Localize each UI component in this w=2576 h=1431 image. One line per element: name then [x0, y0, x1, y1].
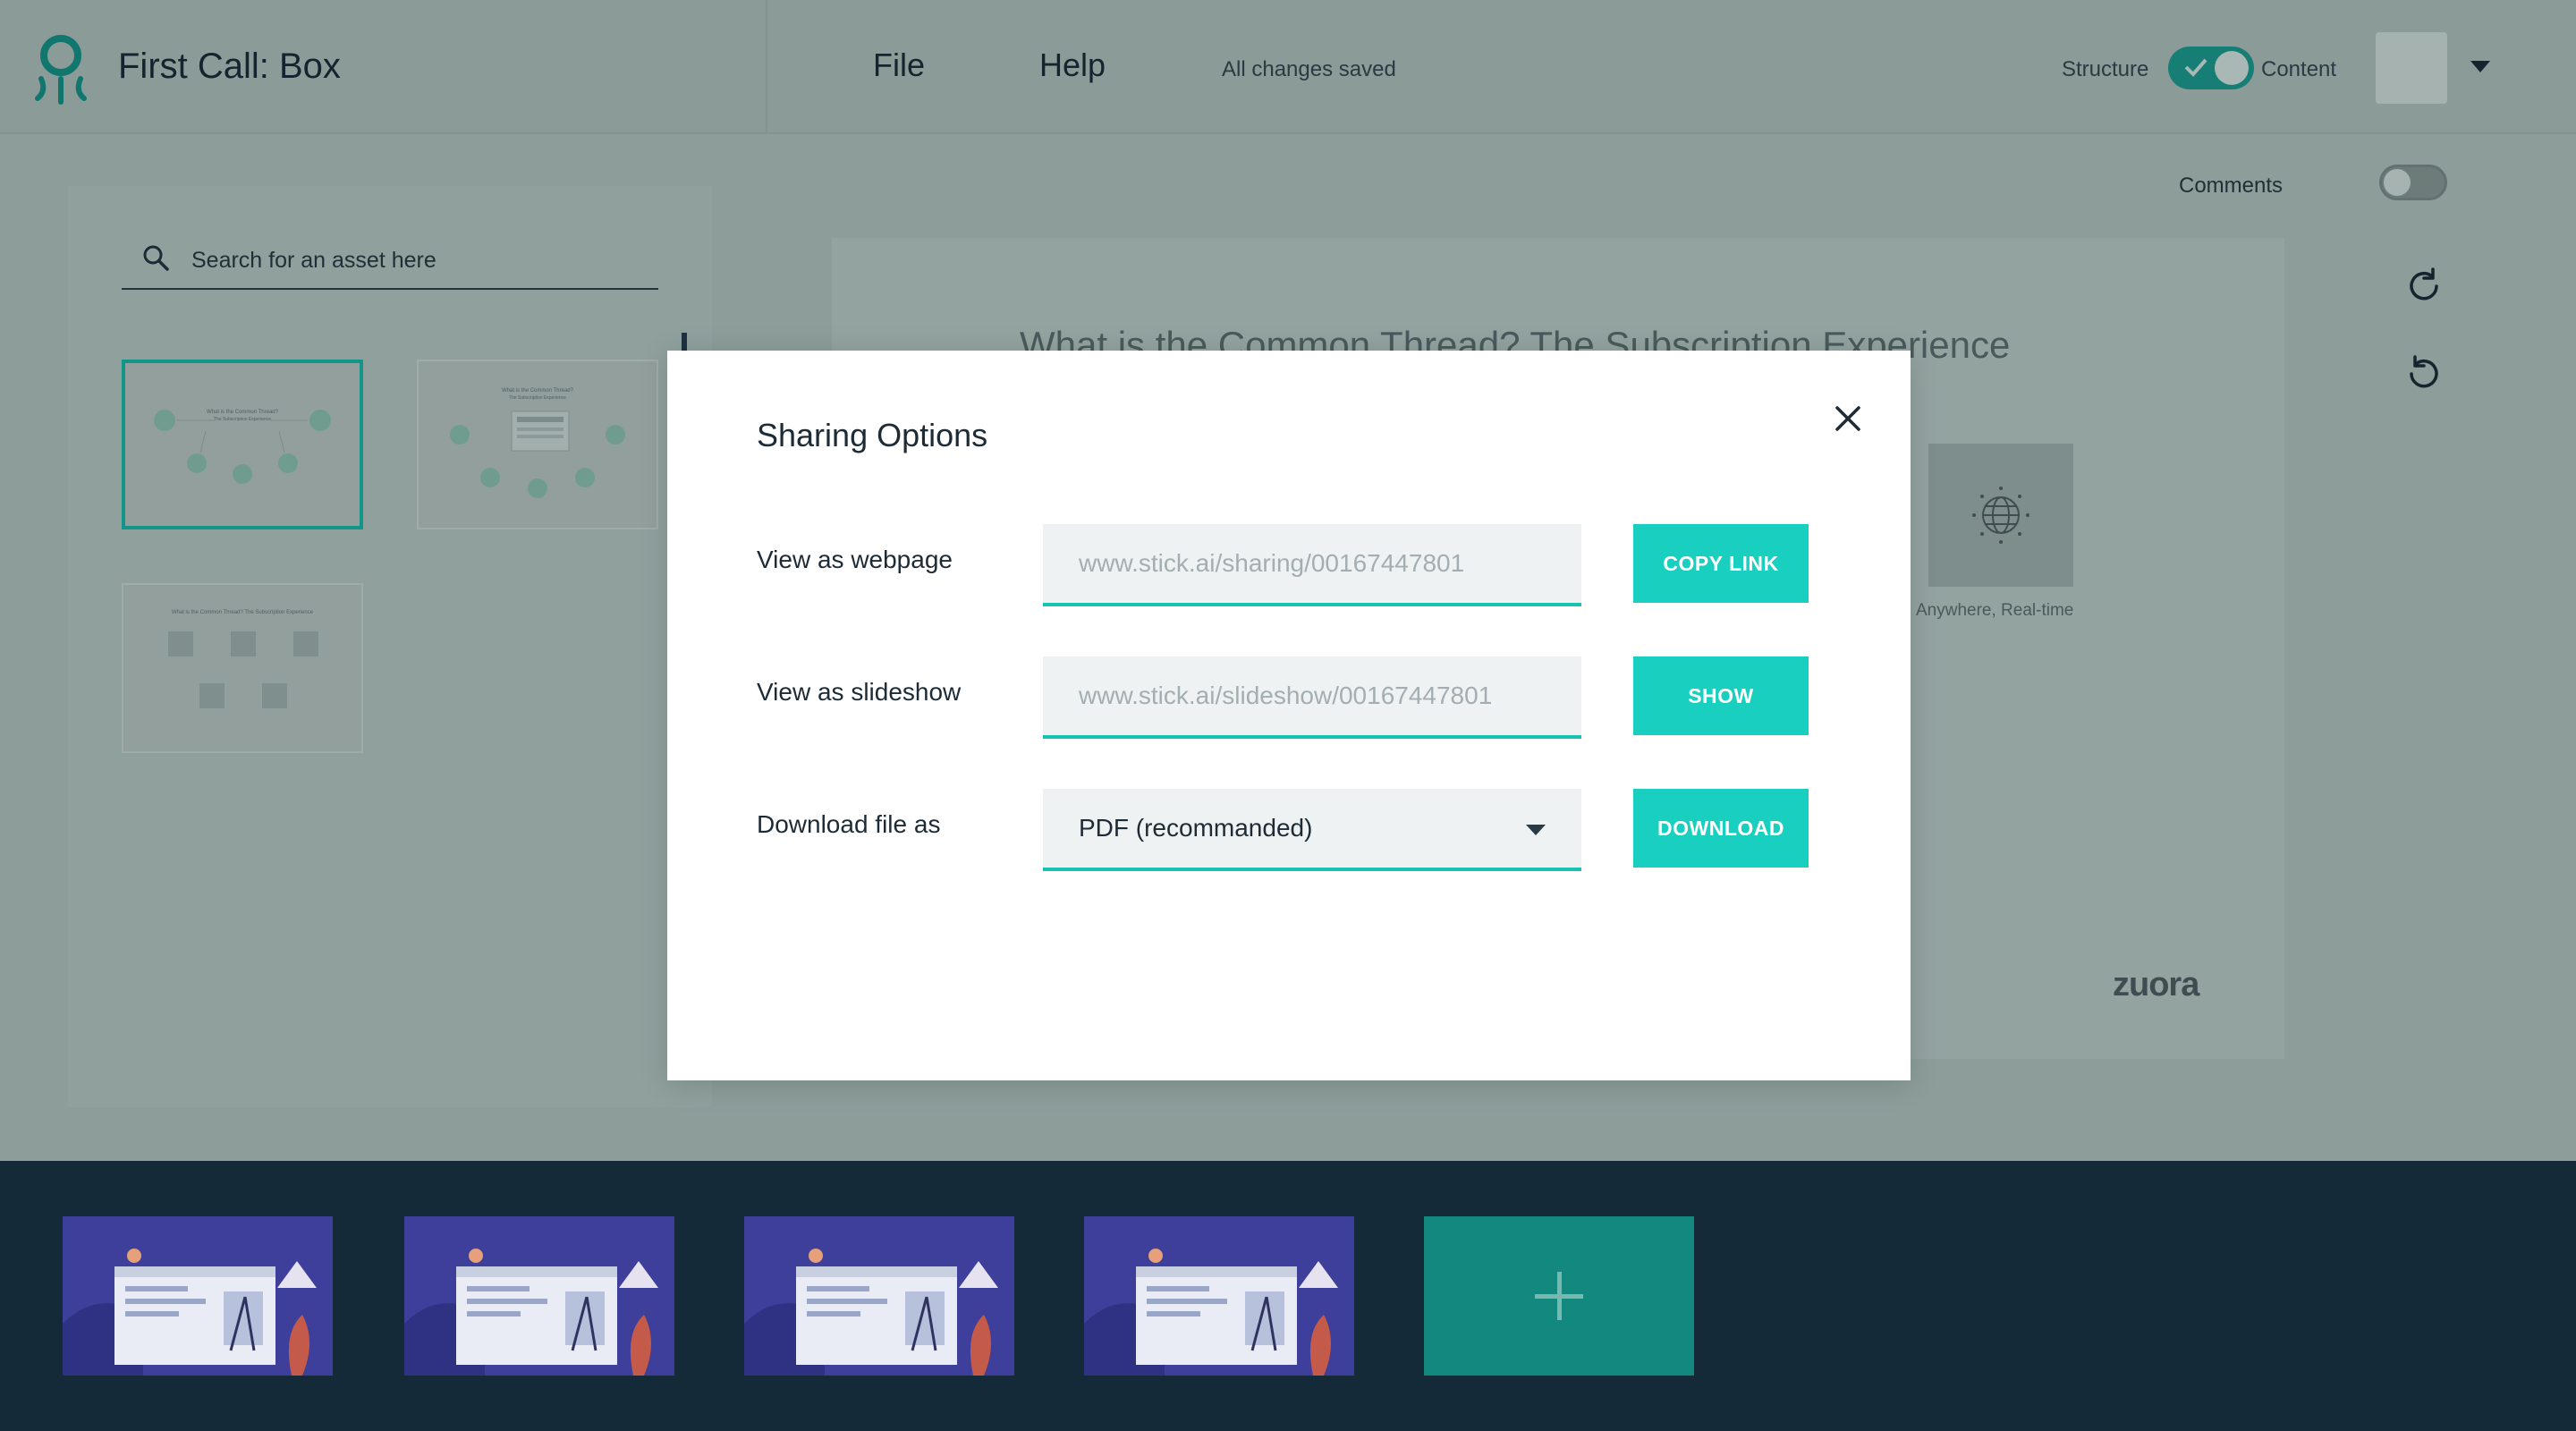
toggle-knob [2215, 51, 2249, 85]
thumbnail-preview: What is the Common Thread? The Subscript… [154, 410, 331, 484]
plus-icon [1557, 1272, 1562, 1320]
zuora-logo: zuora [2113, 966, 2199, 1003]
menu-help[interactable]: Help [1039, 47, 1106, 84]
app-logo-icon [35, 35, 87, 105]
structure-content-toggle[interactable] [2168, 47, 2254, 89]
slide-tile [1928, 444, 2073, 587]
close-icon[interactable] [1830, 401, 1866, 436]
slide-thumbnail[interactable] [1084, 1216, 1354, 1376]
slideshow-link-input[interactable] [1043, 656, 1581, 735]
toggle-knob [2384, 169, 2411, 196]
slide-tile-label: Anywhere, Real-time [1916, 601, 2074, 620]
svg-text:What is the Common Thread?: What is the Common Thread? [207, 410, 279, 415]
slideshow-label: View as slideshow [757, 678, 962, 706]
slideshow-link-field[interactable] [1043, 656, 1581, 739]
check-icon [2184, 58, 2207, 77]
slide-thumbnail[interactable] [744, 1216, 1014, 1376]
comments-toggle[interactable] [2379, 165, 2447, 200]
undo-icon[interactable] [2402, 352, 2445, 395]
asset-thumbnail[interactable]: What is the Common Thread? The Subscript… [122, 360, 363, 529]
globe-icon [1972, 487, 2029, 544]
slide-illustration [744, 1216, 1014, 1376]
download-label: Download file as [757, 810, 941, 838]
asset-search [122, 231, 658, 290]
modal-title: Sharing Options [757, 417, 988, 453]
webpage-label: View as webpage [757, 546, 953, 573]
copy-link-button[interactable]: COPY LINK [1633, 524, 1809, 603]
comments-label: Comments [2179, 174, 2284, 198]
add-slide-button[interactable] [1424, 1216, 1694, 1376]
svg-text:What is the Common Thread? The: What is the Common Thread? The Subscript… [172, 610, 314, 615]
svg-text:The Subscription Experience: The Subscription Experience [509, 395, 566, 401]
download-button[interactable]: DOWNLOAD [1633, 789, 1809, 868]
search-input[interactable] [191, 245, 639, 275]
content-label: Content [2261, 57, 2337, 81]
structure-label: Structure [2062, 57, 2149, 81]
chevron-down-icon [1526, 825, 1546, 835]
webpage-link-field[interactable] [1043, 524, 1581, 606]
thumbnail-preview: What is the Common Thread? The Subscript… [450, 388, 625, 498]
asset-thumbnail[interactable]: What is the Common Thread? The Subscript… [122, 583, 363, 753]
redo-icon[interactable] [2402, 265, 2445, 308]
asset-thumbnail[interactable]: What is the Common Thread? The Subscript… [417, 360, 658, 529]
sharing-options-modal: Sharing Options View as webpage COPY LIN… [667, 351, 1911, 1080]
webpage-link-input[interactable] [1043, 524, 1581, 603]
search-icon [143, 245, 169, 271]
file-format-value: PDF (recommanded) [1079, 814, 1313, 842]
slide-illustration [1084, 1216, 1354, 1376]
user-menu-caret-icon[interactable] [2470, 61, 2490, 72]
show-button[interactable]: SHOW [1633, 656, 1809, 735]
slide-thumbnail[interactable] [404, 1216, 674, 1376]
slide-strip [0, 1161, 2576, 1431]
svg-text:The Subscription Experience: The Subscription Experience [214, 417, 271, 422]
slide-illustration [63, 1216, 333, 1376]
app-title: First Call: Box [118, 47, 341, 86]
thumbnail-preview: What is the Common Thread? The Subscript… [168, 610, 318, 708]
slide-illustration [404, 1216, 674, 1376]
slide-thumbnail[interactable] [63, 1216, 333, 1376]
top-bar: First Call: Box File Help All changes sa… [0, 0, 2576, 134]
menu-file[interactable]: File [873, 47, 925, 84]
svg-text:What is the Common Thread?: What is the Common Thread? [502, 388, 574, 394]
save-status: All changes saved [1222, 57, 1396, 81]
avatar[interactable] [2376, 32, 2447, 104]
file-format-select[interactable]: PDF (recommanded) [1043, 789, 1581, 871]
brand-area: First Call: Box [0, 0, 767, 134]
